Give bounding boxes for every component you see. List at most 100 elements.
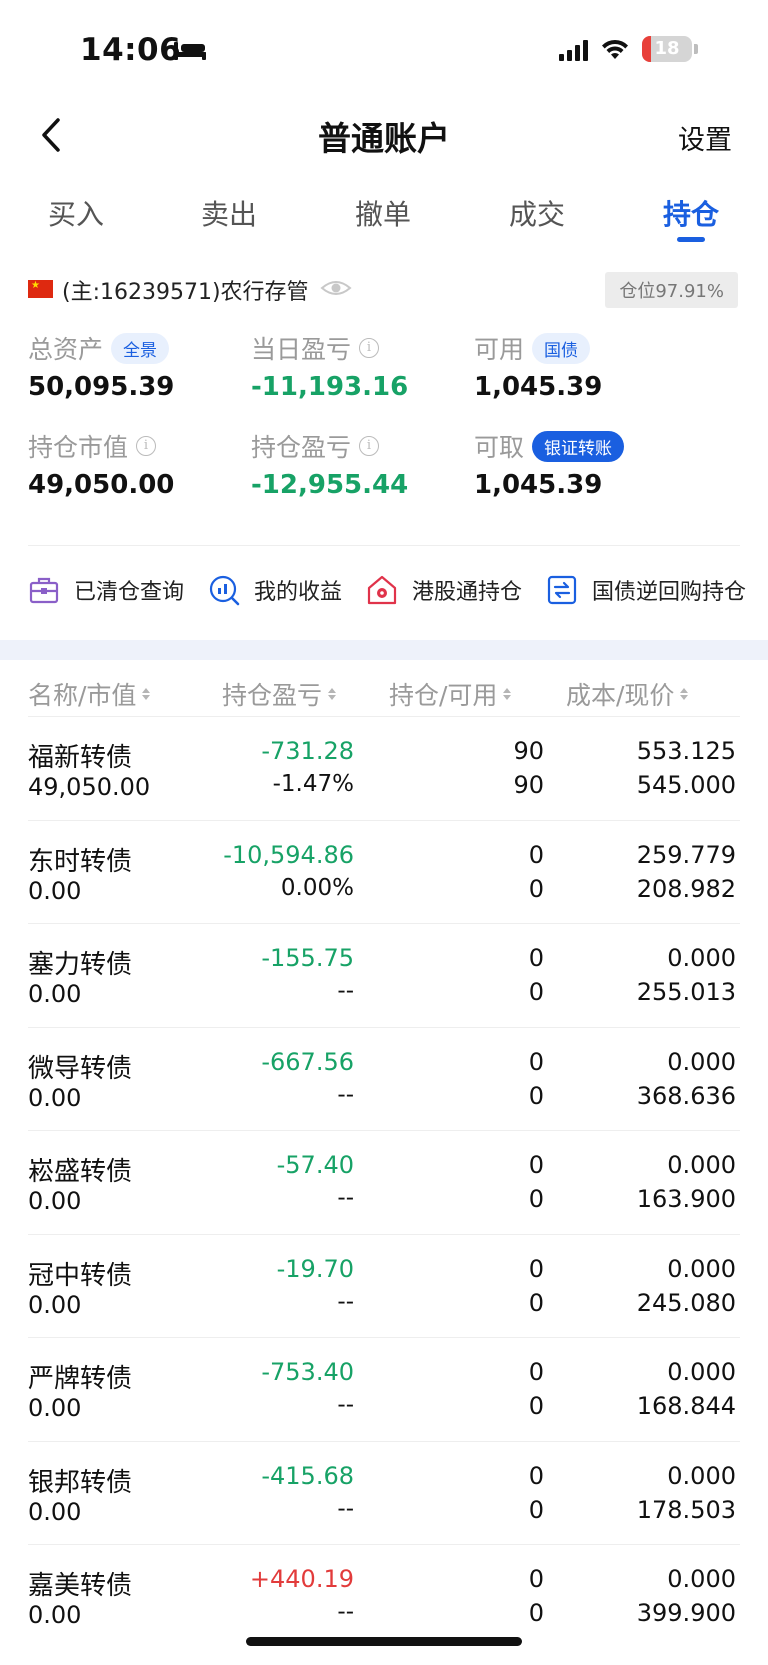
- sort-icon: [680, 688, 689, 700]
- position-pnl: -753.40: [261, 1358, 354, 1386]
- sort-name-header[interactable]: 名称/市值: [28, 676, 151, 712]
- position-pnl-cell: 持仓盈亏 i -12,955.44: [251, 428, 481, 500]
- position-pnl-pct: --: [337, 978, 354, 1004]
- position-pnl-pct: --: [337, 1599, 354, 1625]
- asset-summary: 总资产 全景 50,095.39 当日盈亏 i -11,193.16 可用 国债 1,…: [28, 330, 740, 530]
- current-price: 545.000: [636, 771, 736, 799]
- tab-sell[interactable]: 卖出: [201, 193, 257, 233]
- position-pnl-pct: --: [337, 1495, 354, 1522]
- market-value: 0.00: [28, 980, 82, 1008]
- table-row[interactable]: 严牌转债 0.00 -753.40 -- 0 0 0.000 168.844: [0, 1338, 768, 1442]
- header-label: 持仓/可用: [389, 681, 498, 710]
- trade-tabs: 买入 卖出 撤单 成交 持仓: [0, 185, 768, 245]
- available-qty: 0: [528, 1081, 544, 1110]
- current-price: 168.844: [636, 1392, 736, 1420]
- bond-name: 微导转债: [28, 1053, 133, 1084]
- position-qty: 0: [528, 840, 544, 869]
- table-row[interactable]: 微导转债 0.00 -667.56 -- 0 0 0.000 368.636: [0, 1028, 768, 1132]
- position-pnl-pct: -1.47%: [272, 771, 354, 797]
- cleared-positions-link[interactable]: 已清仓查询: [28, 574, 184, 606]
- withdrawable-cell: 可取 银证转账 1,045.39: [474, 428, 704, 500]
- table-row[interactable]: 崧盛转债 0.00 -57.40 -- 0 0 0.000 163.900: [0, 1131, 768, 1235]
- hk-house-icon: [367, 575, 397, 605]
- table-row[interactable]: 福新转债 49,050.00 -731.28 -1.47% 90 90 553.…: [0, 717, 768, 821]
- current-price: 208.982: [636, 874, 736, 903]
- available-qty: 0: [528, 1185, 544, 1213]
- cost-price: 0.000: [667, 1358, 736, 1386]
- wifi-icon: [602, 39, 628, 59]
- tab-buy[interactable]: 买入: [48, 193, 104, 233]
- bond-name: 东时转债: [28, 846, 133, 877]
- bond-name: 崧盛转债: [28, 1157, 133, 1187]
- sort-qty-header[interactable]: 持仓/可用: [389, 676, 512, 712]
- section-separator: [0, 640, 768, 660]
- table-row[interactable]: 冠中转债 0.00 -19.70 -- 0 0 0.000 245.080: [0, 1235, 768, 1339]
- settings-button[interactable]: 设置: [678, 118, 732, 157]
- available-cell: 可用 国债 1,045.39: [474, 330, 704, 402]
- header-label: 名称/市值: [28, 681, 137, 710]
- status-bar: 14:06 18: [0, 0, 768, 100]
- treasury-badge[interactable]: 国债: [532, 332, 591, 364]
- bond-name: 福新转债: [28, 743, 133, 773]
- current-price: 255.013: [636, 978, 736, 1006]
- info-icon[interactable]: i: [136, 436, 157, 456]
- table-row[interactable]: 东时转债 0.00 -10,594.86 0.00% 0 0 259.779 2…: [0, 821, 768, 925]
- my-earnings-link[interactable]: 我的收益: [208, 574, 342, 606]
- cleared-positions-label: 已清仓查询: [74, 580, 185, 605]
- position-qty: 0: [528, 1151, 544, 1179]
- cost-price: 0.000: [667, 1151, 736, 1179]
- bond-name: 银邦转债: [28, 1467, 133, 1498]
- positions-table-header: 名称/市值 持仓盈亏 持仓/可用 成本/现价: [0, 672, 768, 722]
- market-value: 0.00: [28, 1187, 82, 1215]
- withdrawable-label: 可取: [474, 433, 525, 462]
- table-row[interactable]: 银邦转债 0.00 -415.68 -- 0 0 0.000 178.503: [0, 1442, 768, 1546]
- my-earnings-label: 我的收益: [254, 580, 343, 605]
- available-value: 1,045.39: [474, 372, 603, 402]
- available-qty: 0: [528, 874, 544, 903]
- market-value: 0.00: [28, 1083, 82, 1112]
- positions-list: 福新转债 49,050.00 -731.28 -1.47% 90 90 553.…: [0, 717, 768, 1649]
- market-value: 0.00: [28, 1601, 82, 1629]
- market-value-value: 49,050.00: [28, 470, 175, 500]
- info-icon[interactable]: i: [359, 338, 380, 358]
- available-qty: 90: [513, 771, 544, 799]
- table-row[interactable]: 嘉美转债 0.00 +440.19 -- 0 0 0.000 399.900: [0, 1545, 768, 1649]
- daily-pnl-cell: 当日盈亏 i -11,193.16: [251, 330, 481, 402]
- home-indicator[interactable]: [246, 1637, 522, 1646]
- current-price: 163.900: [636, 1185, 736, 1213]
- tab-positions[interactable]: 持仓: [663, 193, 719, 233]
- bond-name: 冠中转债: [28, 1260, 133, 1291]
- hk-connect-positions-link[interactable]: 港股通持仓: [366, 574, 522, 606]
- hk-connect-label: 港股通持仓: [412, 580, 523, 605]
- bank-transfer-button[interactable]: 银证转账: [532, 430, 625, 462]
- position-pnl-pct: --: [337, 1288, 354, 1315]
- tab-cancel-order[interactable]: 撤单: [355, 193, 411, 233]
- position-qty: 90: [513, 737, 544, 765]
- overview-badge[interactable]: 全景: [111, 332, 170, 364]
- info-icon[interactable]: i: [359, 436, 380, 456]
- chart-magnifier-icon: [209, 575, 240, 606]
- cost-price: 259.779: [636, 840, 736, 869]
- reverse-repo-positions-link[interactable]: 国债逆回购持仓: [546, 574, 746, 606]
- position-pnl-pct: --: [337, 1081, 354, 1108]
- sort-icon: [328, 688, 337, 700]
- position-pnl: -19.70: [276, 1254, 354, 1283]
- cost-price: 0.000: [667, 1254, 736, 1283]
- position-pnl: -10,594.86: [223, 840, 354, 869]
- sort-pnl-header[interactable]: 持仓盈亏: [222, 676, 337, 712]
- cellular-signal-icon: [559, 37, 588, 61]
- position-pnl: -731.28: [261, 737, 354, 765]
- table-row[interactable]: 塞力转债 0.00 -155.75 -- 0 0 0.000 255.013: [0, 924, 768, 1028]
- current-price: 245.080: [636, 1288, 736, 1317]
- total-assets-label: 总资产: [28, 335, 104, 364]
- tab-deals[interactable]: 成交: [509, 193, 565, 233]
- position-qty: 0: [528, 944, 544, 972]
- eye-visibility-icon[interactable]: [320, 276, 352, 300]
- cost-price: 0.000: [667, 1565, 736, 1593]
- total-assets-value: 50,095.39: [28, 372, 175, 402]
- china-flag-icon: ★: [28, 280, 53, 298]
- position-qty: 0: [528, 1047, 544, 1076]
- battery-level: 18: [654, 38, 680, 59]
- sort-cost-header[interactable]: 成本/现价: [566, 676, 689, 712]
- position-pnl-value: -12,955.44: [251, 470, 409, 500]
